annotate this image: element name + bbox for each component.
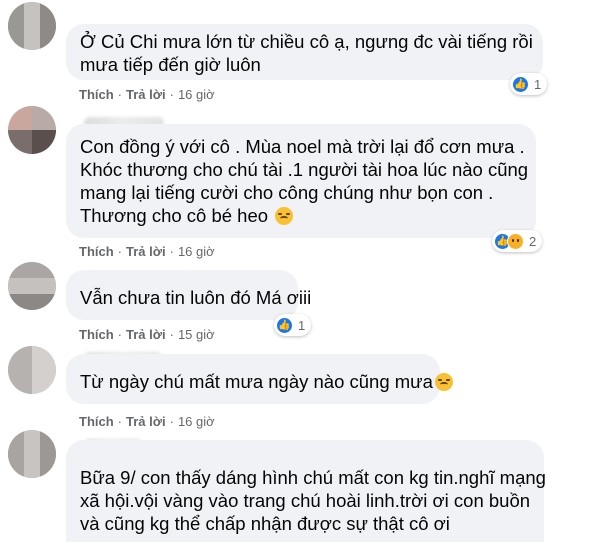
comment-text: xã hội.vội vàng vào trang chú hoài linh.…: [80, 490, 531, 511]
comment-bubble: Con đồng ý với cô . Mùa noel mà trời lại…: [66, 124, 536, 238]
like-icon: 👍: [276, 316, 293, 334]
comment-bubble: Ở Củ Chi mưa lớn từ chiều cô ạ, ngưng đc…: [66, 24, 543, 80]
sad-face-emoji-icon: [275, 207, 294, 225]
comment-bubble: Từ ngày chú mất mưa ngày nào cũng mưa: [66, 354, 453, 404]
timestamp[interactable]: 16 giờ: [178, 87, 215, 102]
like-link[interactable]: Thích: [79, 327, 114, 342]
reply-link[interactable]: Trả lời: [126, 327, 166, 342]
like-link[interactable]: Thích: [79, 87, 114, 102]
comment-text: mang lại tiếng cười cho công chúng như b…: [80, 182, 494, 203]
comment-text: Khóc thương cho chú tài .1 người tài hoa…: [80, 159, 529, 180]
comment-text: Vẫn chưa tin luôn đó Má ơiii: [80, 287, 312, 308]
comment-text: Con đồng ý với cô . Mùa noel mà trời lại…: [80, 136, 525, 157]
reaction-summary[interactable]: 👍 1: [510, 73, 548, 95]
avatar[interactable]: [8, 106, 56, 154]
comment-text: Từ ngày chú mất mưa ngày nào cũng mưa: [80, 371, 433, 392]
avatar[interactable]: [8, 430, 56, 478]
comment-text: Thương cho cô bé heo: [80, 205, 269, 226]
timestamp[interactable]: 16 giờ: [178, 414, 215, 429]
comment-bubble: Bữa 9/ con thấy dáng hình chú mất con kg…: [66, 440, 546, 542]
avatar[interactable]: [8, 262, 56, 310]
like-link[interactable]: Thích: [79, 244, 114, 259]
like-icon: 👍: [512, 75, 529, 93]
comment-actions: Thích · Trả lời · 16 giờ: [79, 414, 215, 429]
comment-bubble: Vẫn chưa tin luôn đó Má ơiii: [66, 270, 312, 320]
sad-face-emoji-icon: [434, 373, 453, 391]
reaction-count: 1: [298, 317, 306, 333]
comment-text: Bữa 9/ con thấy dáng hình chú mất con kg…: [80, 467, 546, 488]
reaction-summary[interactable]: 👍 1: [274, 314, 312, 336]
like-link[interactable]: Thích: [79, 414, 114, 429]
avatar[interactable]: [8, 2, 56, 50]
comment-actions: Thích · Trả lời · 15 giờ: [79, 327, 215, 342]
reaction-count: 2: [529, 233, 537, 249]
sad-icon: [507, 232, 524, 250]
comment-actions: Thích · Trả lời · 16 giờ: [79, 244, 215, 259]
timestamp[interactable]: 16 giờ: [178, 244, 215, 259]
comment-actions: Thích · Trả lời · 16 giờ: [79, 87, 215, 102]
reaction-summary[interactable]: 👍 2: [492, 230, 543, 252]
comment-text: và cũng kg thể chấp nhận được sự thật cô…: [80, 513, 450, 534]
avatar[interactable]: [8, 346, 56, 394]
comment-text: mưa tiếp đến giờ luôn: [80, 54, 261, 75]
reply-link[interactable]: Trả lời: [126, 87, 166, 102]
reply-link[interactable]: Trả lời: [126, 244, 166, 259]
reply-link[interactable]: Trả lời: [126, 414, 166, 429]
timestamp[interactable]: 15 giờ: [178, 327, 215, 342]
reaction-count: 1: [534, 76, 542, 92]
comment-text: Ở Củ Chi mưa lớn từ chiều cô ạ, ngưng đc…: [80, 31, 533, 52]
